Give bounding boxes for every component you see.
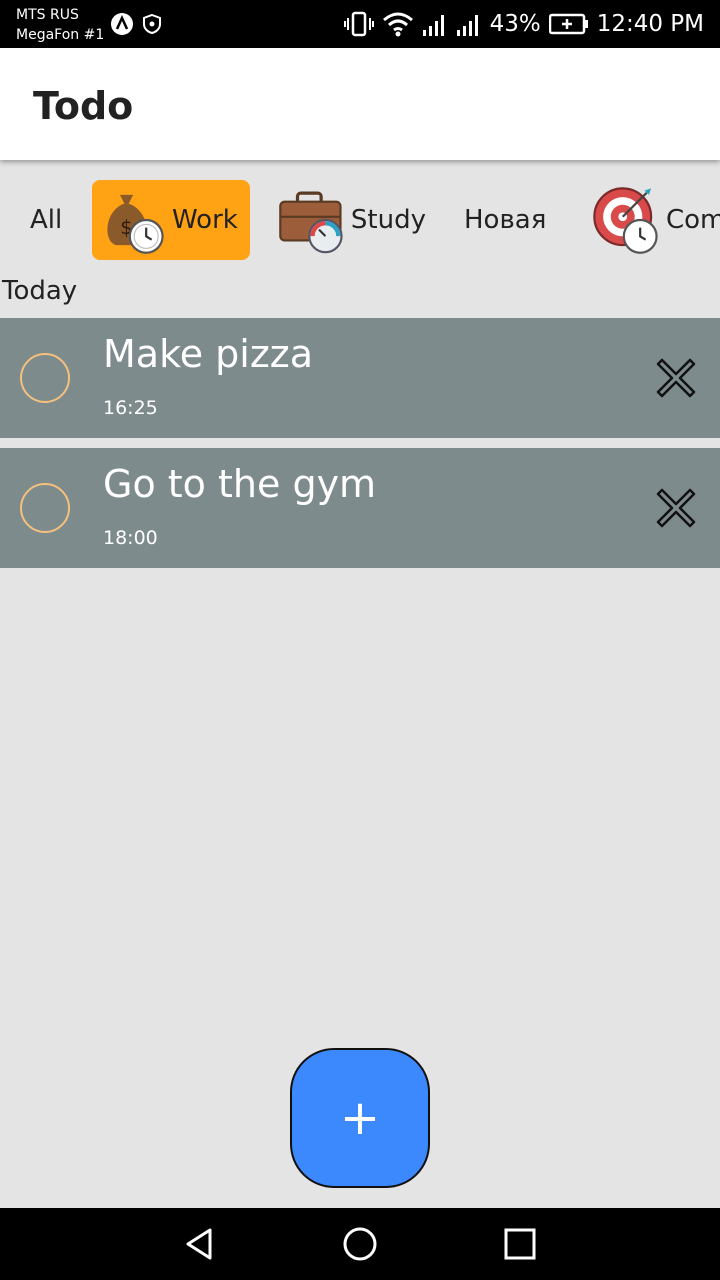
- battery-charging-icon: [548, 13, 588, 35]
- money-bag-clock-icon: $: [107, 194, 164, 254]
- add-task-button[interactable]: +: [290, 1048, 430, 1188]
- section-heading-today: Today: [2, 276, 78, 306]
- close-icon[interactable]: [652, 484, 700, 532]
- task-title: Make pizza: [103, 332, 314, 376]
- tab-label: Com: [666, 205, 720, 235]
- tab-all[interactable]: All: [30, 180, 70, 260]
- category-tabs: All $ Work Study Новая Com: [0, 180, 720, 260]
- close-icon[interactable]: [652, 354, 700, 402]
- plus-icon: +: [339, 1090, 381, 1146]
- task-row[interactable]: Go to the gym 18:00: [0, 448, 720, 568]
- task-checkbox[interactable]: [20, 353, 70, 403]
- carrier-info: MTS RUS MegaFon #1: [16, 5, 104, 45]
- clock: 12:40 PM: [596, 11, 704, 37]
- task-row[interactable]: Make pizza 16:25: [0, 318, 720, 438]
- tab-label: Work: [172, 205, 238, 235]
- tab-study[interactable]: Study: [276, 180, 426, 260]
- task-time: 18:00: [103, 527, 158, 549]
- vibrate-icon: [343, 11, 374, 37]
- home-icon[interactable]: [340, 1224, 380, 1264]
- carrier-name-secondary: MegaFon #1: [16, 27, 105, 43]
- task-checkbox[interactable]: [20, 483, 70, 533]
- tab-label: Новая: [464, 205, 547, 235]
- target-clock-icon: [593, 187, 658, 254]
- tab-label: All: [30, 205, 63, 235]
- status-icons: 43% 12:40 PM: [343, 8, 704, 40]
- system-nav-bar: [0, 1208, 720, 1280]
- back-icon[interactable]: [180, 1224, 220, 1264]
- battery-percent: 43%: [489, 11, 541, 37]
- tab-work[interactable]: $ Work: [92, 180, 250, 260]
- shield-icon: [143, 13, 161, 35]
- task-time: 16:25: [103, 397, 158, 419]
- recents-icon[interactable]: [500, 1224, 540, 1264]
- briefcase-gauge-icon: [279, 191, 343, 254]
- tab-novaya[interactable]: Новая: [464, 180, 554, 260]
- tab-label: Study: [350, 205, 426, 235]
- status-bar: MTS RUS MegaFon #1 43% 12:40 PM: [0, 0, 720, 48]
- page-title: Todo: [33, 84, 134, 128]
- app-bar: Todo: [0, 48, 720, 160]
- carrier-name: MTS RUS: [16, 7, 79, 23]
- app-notification-icon: [111, 13, 133, 35]
- tab-com[interactable]: Com: [590, 180, 720, 260]
- wifi-icon: [382, 12, 413, 37]
- signal-icon: [422, 15, 444, 36]
- task-title: Go to the gym: [103, 462, 377, 506]
- signal-icon-secondary: [456, 15, 478, 36]
